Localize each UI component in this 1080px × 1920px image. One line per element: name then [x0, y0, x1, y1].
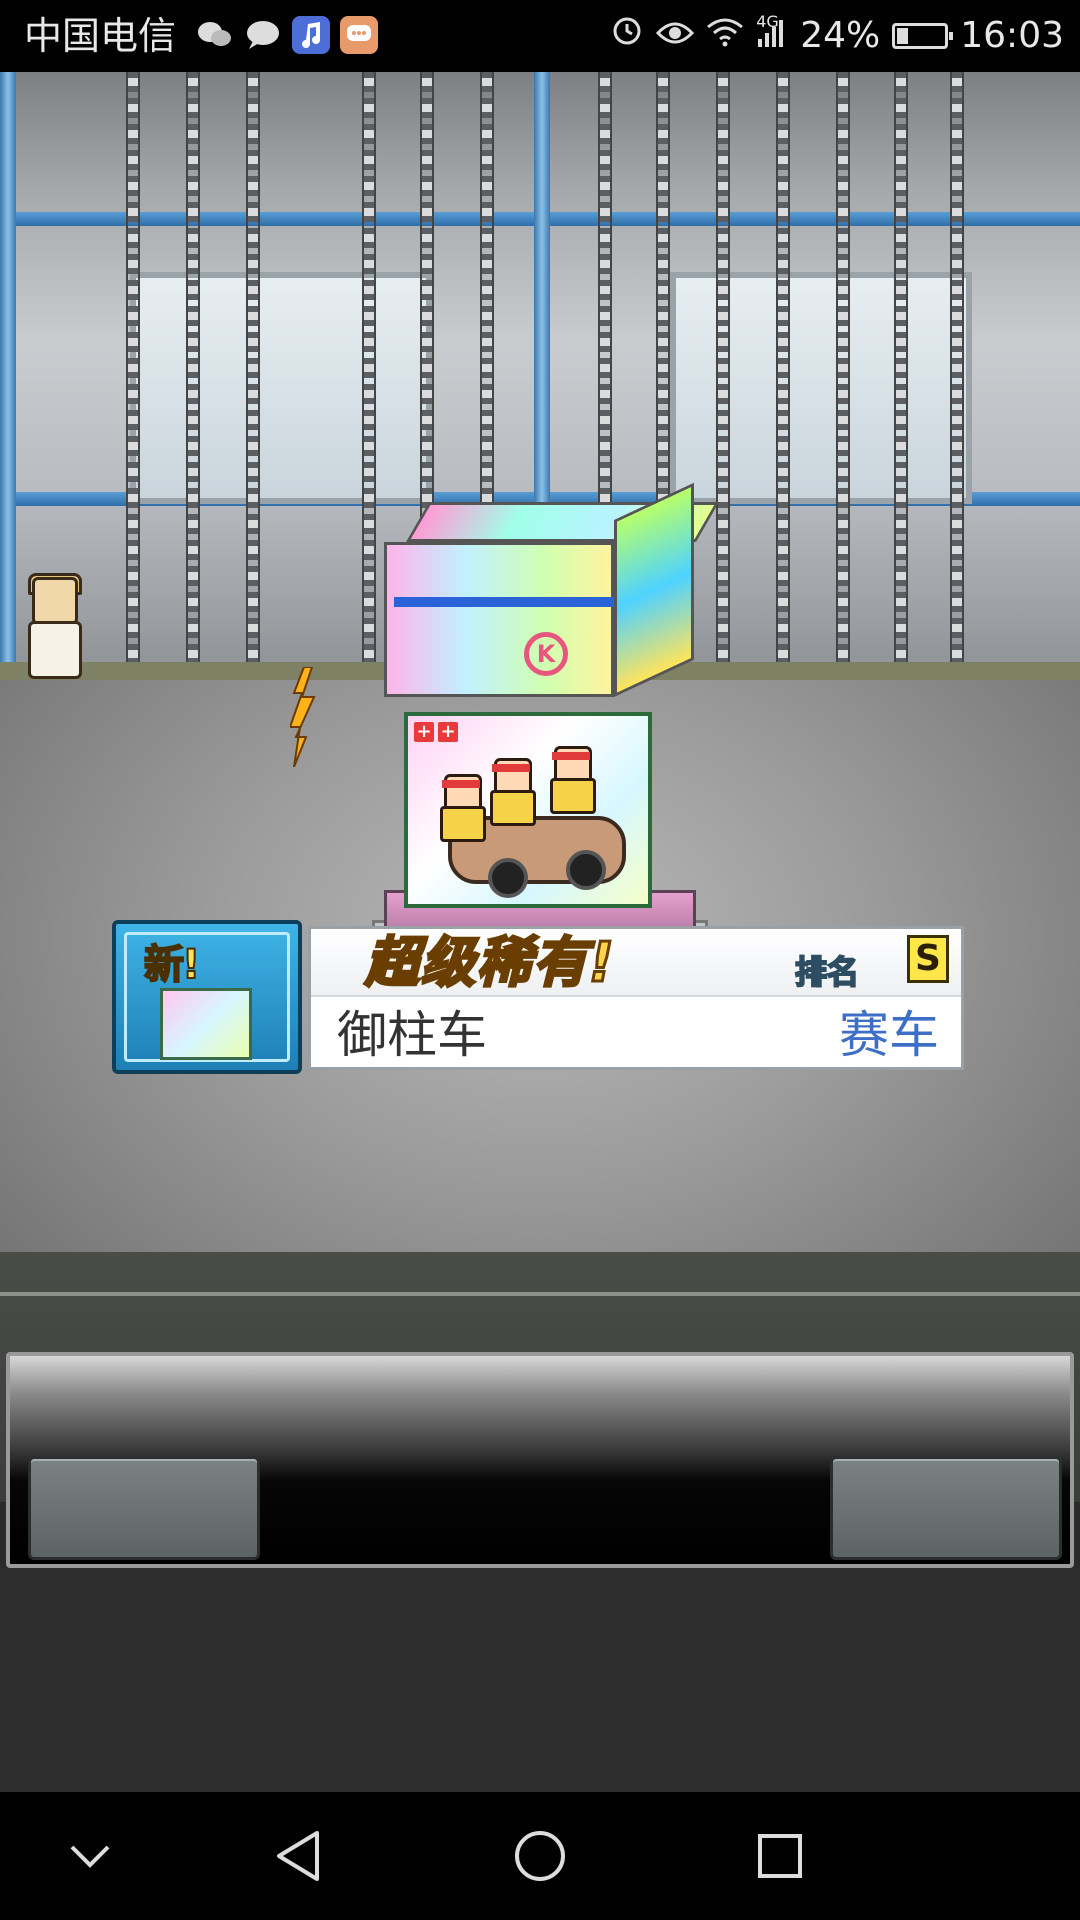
- chat-icon: [340, 16, 378, 54]
- network-label: 4G: [756, 12, 779, 31]
- status-indicators: 4G 24% 16:03: [610, 12, 1064, 60]
- right-panel-button[interactable]: [830, 1456, 1062, 1560]
- battery-percent: 24%: [800, 15, 881, 56]
- hanging-chain: [186, 72, 200, 682]
- hanging-chain: [836, 72, 850, 682]
- hanging-chain: [362, 72, 376, 682]
- rank-label: 排名: [794, 952, 860, 992]
- chevron-down-icon[interactable]: [50, 1816, 130, 1896]
- left-panel-button[interactable]: [28, 1456, 260, 1560]
- track-line: [0, 1292, 1080, 1296]
- home-icon[interactable]: [500, 1816, 580, 1896]
- signal-icon: 4G: [756, 12, 788, 60]
- wall-pillar: [0, 72, 16, 672]
- item-thumbnail: 新!: [112, 920, 302, 1074]
- kart-illustration: [438, 746, 628, 898]
- clock: 16:03: [960, 15, 1064, 56]
- hanging-chain: [246, 72, 260, 682]
- battery-icon: [892, 23, 954, 49]
- hanging-chain: [950, 72, 964, 682]
- new-label: 新!: [143, 941, 201, 989]
- rarity-label: 超级稀有!: [364, 931, 616, 994]
- hanging-chain: [126, 72, 140, 682]
- eye-icon: [656, 12, 695, 60]
- plus-tag-icon: +: [414, 722, 434, 742]
- music-icon: [292, 16, 330, 54]
- hanging-chain: [776, 72, 790, 682]
- hanging-chain: [894, 72, 908, 682]
- mini-item-icon: [160, 988, 252, 1060]
- item-type: 赛车: [839, 1006, 939, 1064]
- rainbow-container: K: [384, 482, 720, 697]
- new-item-banner: 新! 超级稀有! 排名 S 御柱车 赛车: [112, 920, 964, 1074]
- npc-character: [22, 573, 82, 679]
- hanging-chain: [716, 72, 730, 682]
- rank-value: S: [907, 935, 949, 983]
- item-tags: + +: [414, 722, 458, 742]
- wifi-icon: [706, 12, 744, 60]
- alarm-icon: [610, 12, 644, 60]
- plus-tag-icon: +: [438, 722, 458, 742]
- item-name: 御柱车: [337, 1006, 487, 1064]
- recents-icon[interactable]: [740, 1816, 820, 1896]
- notification-icons: [196, 16, 378, 54]
- status-bar: 中国电信 4G 24% 16:03: [0, 0, 1080, 72]
- container-logo-icon: K: [524, 632, 568, 676]
- navigation-bar: [0, 1792, 1080, 1920]
- item-card: + +: [404, 712, 652, 908]
- info-header: 超级稀有! 排名 S: [311, 929, 961, 997]
- scene-bottom: [0, 1568, 1080, 1792]
- lightning-spark-icon: [288, 666, 320, 768]
- message-icon: [244, 16, 282, 54]
- item-info-panel: 超级稀有! 排名 S 御柱车 赛车: [308, 926, 964, 1070]
- wechat-icon: [196, 16, 234, 54]
- warehouse-window: [130, 272, 432, 504]
- back-icon[interactable]: [258, 1816, 338, 1896]
- carrier-label: 中国电信: [24, 14, 177, 58]
